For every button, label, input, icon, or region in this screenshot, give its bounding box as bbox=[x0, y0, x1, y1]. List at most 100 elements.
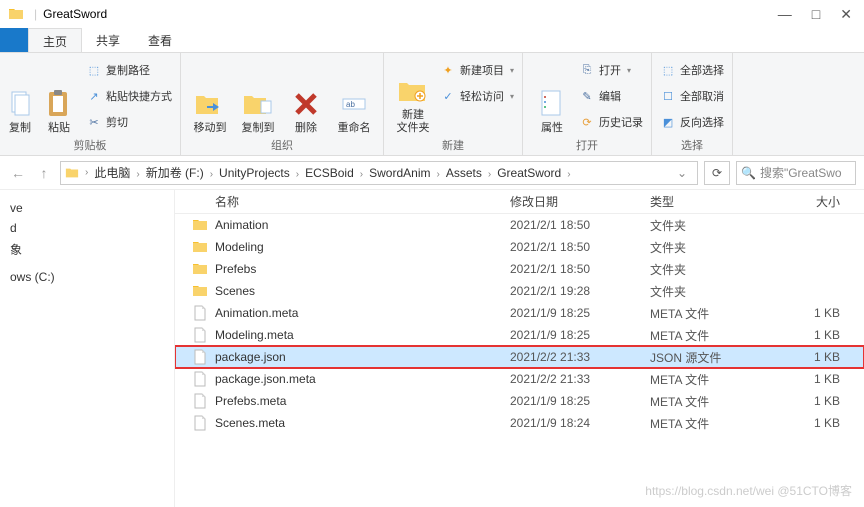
edit-button[interactable]: ✎编辑 bbox=[579, 85, 643, 107]
main-area: ved象 ows (C:) 名称 修改日期 类型 大小 Animation2021… bbox=[0, 190, 864, 507]
scissors-icon: ✂ bbox=[86, 114, 102, 130]
easy-access-icon: ✓ bbox=[440, 88, 456, 104]
file-row[interactable]: Scenes2021/2/1 19:28文件夹 bbox=[175, 280, 864, 302]
move-to-icon bbox=[194, 88, 226, 120]
file-icon bbox=[191, 326, 209, 344]
invert-selection-button[interactable]: ◩反向选择 bbox=[660, 111, 724, 133]
tab-file[interactable] bbox=[0, 28, 28, 52]
edit-icon: ✎ bbox=[579, 88, 595, 104]
file-date: 2021/2/1 18:50 bbox=[510, 218, 650, 232]
folder-icon bbox=[191, 260, 209, 278]
chevron-right-icon[interactable]: › bbox=[206, 169, 217, 180]
close-button[interactable]: ✕ bbox=[840, 6, 852, 23]
breadcrumb-item[interactable]: GreatSword bbox=[495, 166, 563, 180]
file-date: 2021/2/1 18:50 bbox=[510, 240, 650, 254]
copy-icon bbox=[4, 88, 36, 120]
chevron-right-icon[interactable]: › bbox=[81, 167, 92, 178]
file-size: 1 KB bbox=[780, 372, 840, 386]
file-icon bbox=[191, 370, 209, 388]
folder-icon bbox=[191, 282, 209, 300]
file-row[interactable]: Prefebs2021/2/1 18:50文件夹 bbox=[175, 258, 864, 280]
copy-to-icon bbox=[242, 88, 274, 120]
breadcrumb-item[interactable]: 此电脑 bbox=[92, 166, 132, 180]
chevron-right-icon[interactable]: › bbox=[132, 169, 143, 180]
chevron-right-icon[interactable]: › bbox=[563, 169, 574, 180]
tab-home[interactable]: 主页 bbox=[28, 28, 82, 52]
delete-button[interactable]: 删除 bbox=[285, 57, 327, 135]
nav-back-icon[interactable]: ← bbox=[8, 163, 28, 183]
maximize-button[interactable]: □ bbox=[812, 6, 820, 23]
column-size[interactable]: 大小 bbox=[780, 193, 840, 210]
file-row[interactable]: package.json.meta2021/2/2 21:33META 文件1 … bbox=[175, 368, 864, 390]
ribbon-group-select: ⬚全部选择 ☐全部取消 ◩反向选择 选择 bbox=[652, 53, 733, 155]
move-to-button[interactable]: 移动到 bbox=[189, 57, 231, 135]
column-date[interactable]: 修改日期 bbox=[510, 193, 650, 210]
breadcrumb-item[interactable]: UnityProjects bbox=[217, 166, 292, 180]
file-row[interactable]: Prefebs.meta2021/1/9 18:25META 文件1 KB bbox=[175, 390, 864, 412]
file-row[interactable]: Modeling2021/2/1 18:50文件夹 bbox=[175, 236, 864, 258]
chevron-right-icon[interactable]: › bbox=[292, 169, 303, 180]
sidebar-item[interactable]: 象 bbox=[0, 238, 174, 261]
refresh-button[interactable]: ⟳ bbox=[704, 161, 730, 185]
select-all-button[interactable]: ⬚全部选择 bbox=[660, 59, 724, 81]
copy-button[interactable]: 复制 bbox=[8, 57, 32, 135]
file-type: 文件夹 bbox=[650, 261, 780, 278]
chevron-right-icon[interactable]: › bbox=[432, 169, 443, 180]
chevron-right-icon[interactable]: › bbox=[484, 169, 495, 180]
file-row[interactable]: Scenes.meta2021/1/9 18:24META 文件1 KB bbox=[175, 412, 864, 434]
sidebar-item[interactable]: d bbox=[0, 218, 174, 238]
column-headers: 名称 修改日期 类型 大小 bbox=[175, 190, 864, 214]
column-type[interactable]: 类型 bbox=[650, 193, 780, 210]
file-row[interactable]: Animation.meta2021/1/9 18:25META 文件1 KB bbox=[175, 302, 864, 324]
breadcrumb-item[interactable]: ECSBoid bbox=[303, 166, 356, 180]
minimize-button[interactable]: — bbox=[778, 6, 792, 23]
copy-to-button[interactable]: 复制到 bbox=[237, 57, 279, 135]
file-row[interactable]: Animation2021/2/1 18:50文件夹 bbox=[175, 214, 864, 236]
new-folder-button[interactable]: 新建 文件夹 bbox=[392, 57, 434, 135]
file-name: package.json.meta bbox=[215, 372, 510, 386]
properties-icon bbox=[536, 88, 568, 120]
copy-path-button[interactable]: ⬚复制路径 bbox=[86, 59, 172, 81]
tab-share[interactable]: 共享 bbox=[82, 28, 134, 52]
path-icon: ⬚ bbox=[86, 62, 102, 78]
file-size: 1 KB bbox=[780, 350, 840, 364]
paste-button[interactable]: 粘贴 bbox=[38, 57, 80, 135]
shortcut-icon: ↗ bbox=[86, 88, 102, 104]
file-date: 2021/1/9 18:24 bbox=[510, 416, 650, 430]
select-all-icon: ⬚ bbox=[660, 62, 676, 78]
history-button[interactable]: ⟳历史记录 bbox=[579, 111, 643, 133]
nav-up-icon[interactable]: ↑ bbox=[34, 163, 54, 183]
file-row[interactable]: package.json2021/2/2 21:33JSON 源文件1 KB bbox=[175, 346, 864, 368]
search-input[interactable]: 🔍 搜索"GreatSwo bbox=[736, 161, 856, 185]
new-item-button[interactable]: ✦新建项目▾ bbox=[440, 59, 514, 81]
tab-view[interactable]: 查看 bbox=[134, 28, 186, 52]
breadcrumb-item[interactable]: SwordAnim bbox=[367, 166, 432, 180]
breadcrumb[interactable]: › 此电脑›新加卷 (F:)›UnityProjects›ECSBoid›Swo… bbox=[60, 161, 698, 185]
easy-access-button[interactable]: ✓轻松访问▾ bbox=[440, 85, 514, 107]
file-icon bbox=[191, 392, 209, 410]
history-icon: ⟳ bbox=[579, 114, 595, 130]
sidebar-item[interactable]: ve bbox=[0, 198, 174, 218]
ribbon-group-organize: 移动到 复制到 删除 ab 重命名 组织 bbox=[181, 53, 384, 155]
svg-text:ab: ab bbox=[346, 100, 355, 109]
paste-shortcut-button[interactable]: ↗粘贴快捷方式 bbox=[86, 85, 172, 107]
sidebar-item[interactable]: ows (C:) bbox=[0, 267, 174, 287]
select-none-button[interactable]: ☐全部取消 bbox=[660, 85, 724, 107]
file-type: META 文件 bbox=[650, 415, 780, 432]
breadcrumb-item[interactable]: 新加卷 (F:) bbox=[144, 166, 206, 180]
file-row[interactable]: Modeling.meta2021/1/9 18:25META 文件1 KB bbox=[175, 324, 864, 346]
properties-button[interactable]: 属性 bbox=[531, 57, 573, 135]
file-name: Prefebs.meta bbox=[215, 394, 510, 408]
breadcrumb-item[interactable]: Assets bbox=[444, 166, 484, 180]
rename-button[interactable]: ab 重命名 bbox=[333, 57, 375, 135]
cut-button[interactable]: ✂剪切 bbox=[86, 111, 172, 133]
column-name[interactable]: 名称 bbox=[215, 193, 510, 210]
file-icon bbox=[191, 304, 209, 322]
file-name: Modeling bbox=[215, 240, 510, 254]
open-button[interactable]: ⎘打开▾ bbox=[579, 59, 643, 81]
window-title: GreatSword bbox=[43, 7, 107, 21]
breadcrumb-dropdown-icon[interactable]: ⌄ bbox=[671, 166, 693, 180]
new-folder-icon bbox=[397, 75, 429, 107]
file-date: 2021/1/9 18:25 bbox=[510, 394, 650, 408]
chevron-right-icon[interactable]: › bbox=[356, 169, 367, 180]
